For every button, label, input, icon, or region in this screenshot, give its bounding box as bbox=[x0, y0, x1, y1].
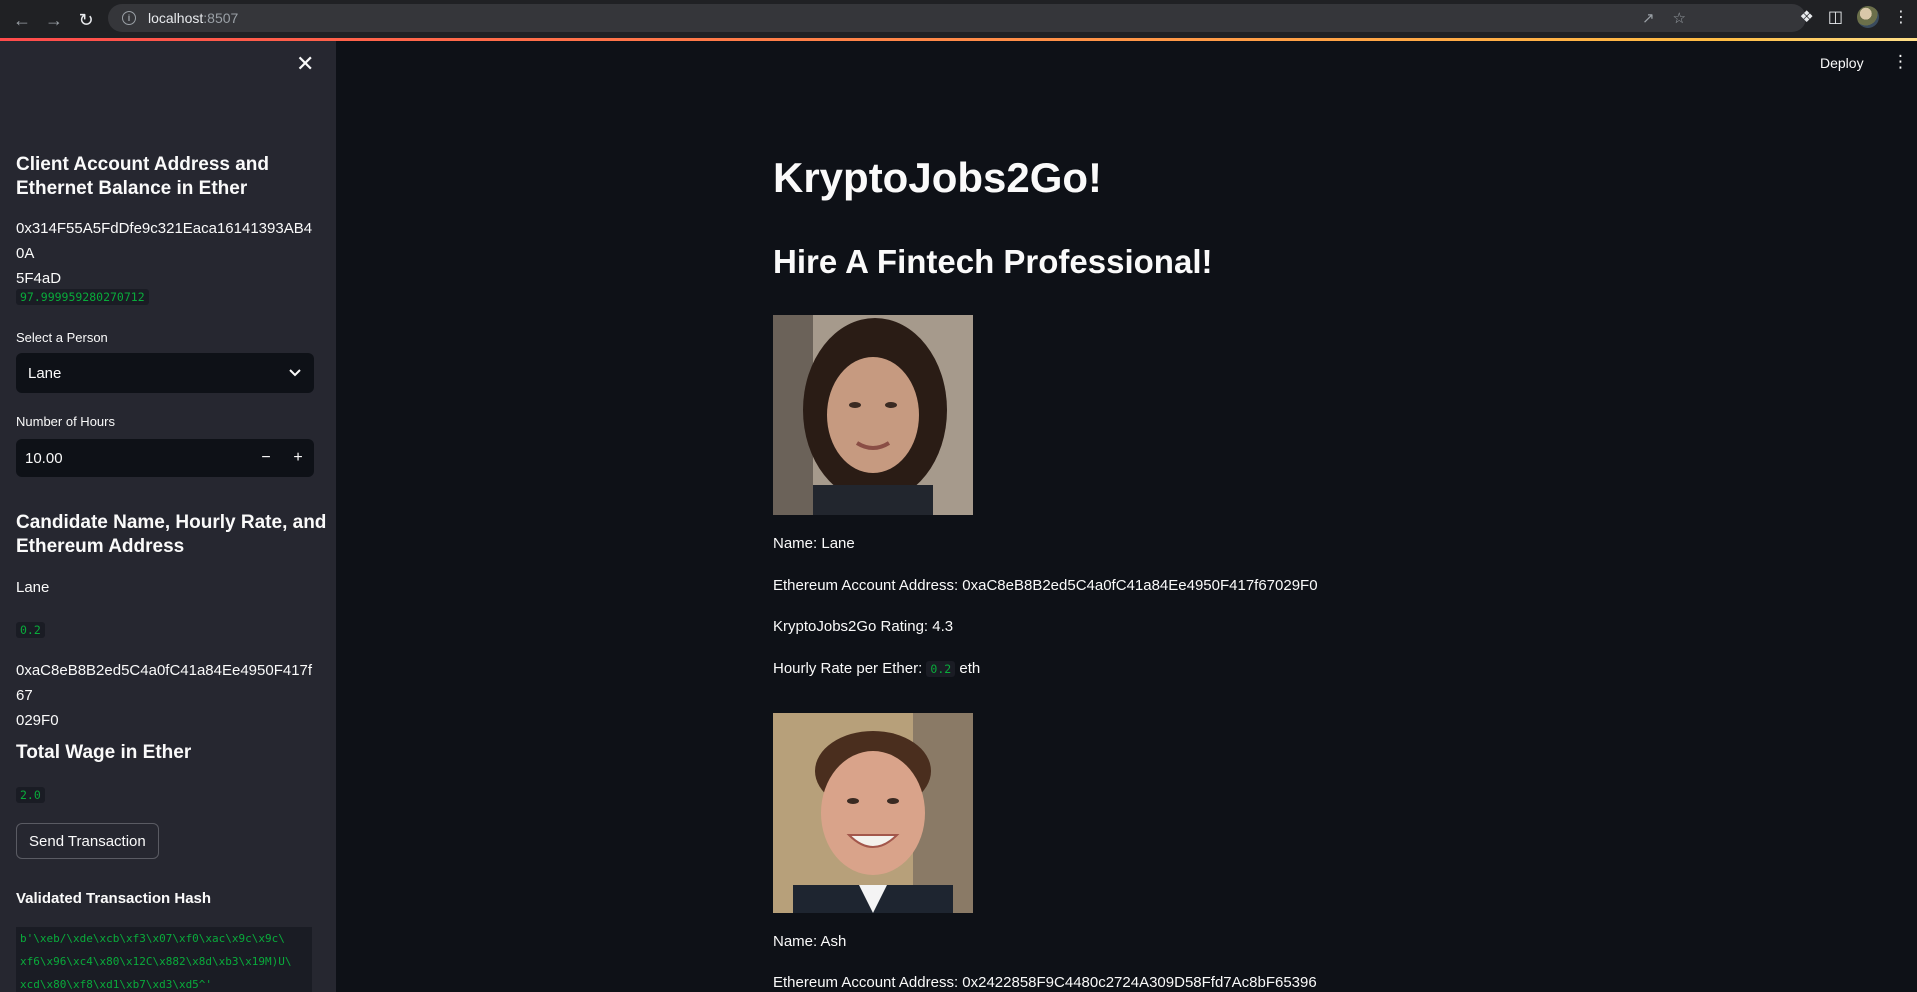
transaction-hash: b'\xeb/\xde\xcb\xf3\x07\xf0\xac\x9c\x9c\… bbox=[16, 927, 312, 992]
profile-avatar[interactable] bbox=[1857, 6, 1879, 28]
close-sidebar-icon[interactable]: ✕ bbox=[296, 53, 314, 75]
candidate-rate-code: 0.2 bbox=[926, 661, 956, 677]
address-bar[interactable]: i localhost:8507 ↗ ☆ bbox=[108, 4, 1806, 32]
browser-toolbar: ← → ↻ i localhost:8507 ↗ ☆ ❖ ◫ ⋮ bbox=[0, 0, 1917, 40]
sidebar: ✕ Client Account Address and Ethernet Ba… bbox=[0, 41, 336, 992]
hours-label: Number of Hours bbox=[16, 414, 115, 429]
candidate-address-text: Ethereum Account Address: 0xaC8eB8B2ed5C… bbox=[773, 577, 1318, 594]
candidate-rate: 0.2 bbox=[16, 622, 45, 638]
candidate-name-text: Name: Ash bbox=[773, 933, 847, 950]
forward-arrow-icon[interactable]: → bbox=[40, 6, 68, 34]
hash-heading: Validated Transaction Hash bbox=[16, 890, 212, 907]
candidate-rate-text: Hourly Rate per Ether: 0.2 eth bbox=[773, 660, 981, 677]
candidate-rating-text: KryptoJobs2Go Rating: 4.3 bbox=[773, 618, 954, 635]
increment-button[interactable]: + bbox=[282, 449, 314, 467]
select-person-label: Select a Person bbox=[16, 330, 108, 345]
decrement-button[interactable]: − bbox=[250, 449, 282, 467]
person-select-value: Lane bbox=[28, 364, 62, 382]
balance-value: 97.999959280270712 bbox=[16, 289, 149, 305]
extensions-puzzle-icon[interactable]: ❖ bbox=[1800, 7, 1814, 27]
wage-value: 2.0 bbox=[16, 787, 45, 803]
page-subtitle: Hire A Fintech Professional! bbox=[773, 243, 1213, 280]
url-host: localhost bbox=[148, 10, 204, 26]
url-port: :8507 bbox=[203, 10, 239, 26]
candidate-heading: Candidate Name, Hourly Rate, and Ethereu… bbox=[16, 512, 327, 557]
hours-input[interactable]: 10.00 bbox=[16, 450, 250, 467]
side-panel-icon[interactable]: ◫ bbox=[1828, 7, 1843, 27]
candidate-address: 0xaC8eB8B2ed5C4a0fC41a84Ee4950F417f67 02… bbox=[16, 662, 313, 729]
deploy-button[interactable]: Deploy bbox=[1820, 55, 1864, 71]
back-arrow-icon[interactable]: ← bbox=[8, 6, 36, 34]
browser-menu-icon[interactable]: ⋮ bbox=[1893, 7, 1909, 27]
bookmark-star-icon[interactable]: ☆ bbox=[1673, 9, 1686, 27]
candidate-photo-lane bbox=[773, 315, 973, 515]
candidate-photo-ash bbox=[773, 713, 973, 913]
page-title: KryptoJobs2Go! bbox=[773, 154, 1103, 201]
main-menu-icon[interactable]: ⋮ bbox=[1892, 52, 1909, 72]
account-address: 0x314F55A5FdDfe9c321Eaca16141393AB40A 5F… bbox=[16, 220, 313, 287]
site-info-icon[interactable]: i bbox=[122, 11, 136, 25]
candidate-address-text: Ethereum Account Address: 0x2422858F9C44… bbox=[773, 974, 1317, 991]
person-select[interactable]: Lane bbox=[16, 353, 314, 393]
wage-heading: Total Wage in Ether bbox=[16, 742, 192, 763]
send-transaction-button[interactable]: Send Transaction bbox=[16, 823, 159, 859]
candidate-name: Lane bbox=[16, 579, 50, 596]
chevron-down-icon bbox=[289, 369, 301, 377]
account-heading: Client Account Address and Ethernet Bala… bbox=[16, 154, 270, 199]
reload-icon[interactable]: ↻ bbox=[72, 6, 100, 34]
candidate-name-text: Name: Lane bbox=[773, 535, 855, 552]
hours-stepper[interactable]: 10.00 − + bbox=[16, 439, 314, 477]
share-icon[interactable]: ↗ bbox=[1642, 9, 1655, 27]
